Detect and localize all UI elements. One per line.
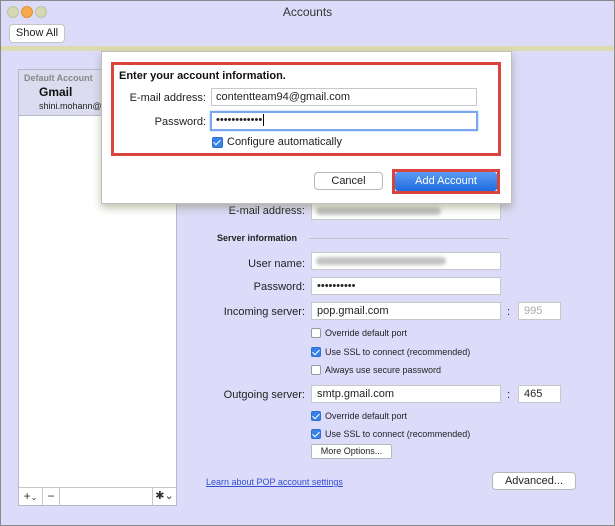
configure-automatically-label: Configure automatically — [227, 136, 342, 148]
advanced-button[interactable]: Advanced... — [492, 472, 576, 490]
blurred-username — [316, 257, 446, 265]
plus-icon: + — [23, 489, 31, 503]
configure-automatically-checkbox[interactable] — [212, 137, 223, 148]
add-account-button[interactable]: +⌄ — [19, 488, 43, 505]
port-separator: : — [507, 306, 511, 318]
outgoing-server-label: Outgoing server: — [223, 389, 305, 401]
outgoing-server-field[interactable]: smtp.gmail.com — [311, 385, 501, 403]
username-label: User name: — [248, 258, 305, 270]
password-label: Password: — [253, 281, 305, 293]
remove-account-button[interactable]: − — [43, 488, 60, 505]
username-field[interactable] — [311, 252, 501, 270]
gear-menu-button[interactable]: ✱⌄ — [152, 488, 176, 505]
email-label: E-mail address: — [228, 205, 305, 217]
chevron-down-icon: ⌄ — [30, 493, 38, 502]
incoming-server-field[interactable]: pop.gmail.com — [311, 302, 501, 320]
sheet-title: Enter your account information. — [119, 70, 286, 82]
password-field[interactable]: •••••••••• — [311, 277, 501, 295]
blurred-email — [316, 207, 441, 215]
add-account-button[interactable]: Add Account — [395, 172, 497, 191]
accounts-window: Accounts Show All Default Account Gmail … — [0, 0, 615, 526]
incoming-override-label: Override default port — [325, 328, 408, 338]
cancel-button[interactable]: Cancel — [314, 172, 383, 190]
outgoing-port-field[interactable]: 465 — [518, 385, 561, 403]
sheet-password-value: •••••••••••• — [216, 114, 263, 126]
account-email: shini.mohann@g — [39, 101, 107, 111]
incoming-ssl-label: Use SSL to connect (recommended) — [325, 347, 471, 357]
secure-password-label: Always use secure password — [325, 365, 442, 375]
incoming-port-field[interactable]: 995 — [518, 302, 561, 320]
sidebar-footer: +⌄ − ✱⌄ — [19, 487, 176, 505]
sheet-email-field[interactable]: contentteam94@gmail.com — [211, 88, 477, 106]
minus-icon: − — [47, 489, 55, 503]
server-info-heading: Server information — [217, 233, 298, 243]
gear-icon: ✱⌄ — [155, 490, 174, 502]
secure-password-checkbox[interactable] — [311, 365, 321, 375]
text-cursor — [263, 114, 265, 127]
outgoing-override-label: Override default port — [325, 411, 408, 421]
sheet-password-label: Password: — [154, 116, 206, 128]
section-divider — [309, 238, 509, 239]
incoming-ssl-checkbox[interactable] — [311, 347, 321, 357]
sheet-email-label: E-mail address: — [129, 92, 206, 104]
window-title: Accounts — [282, 5, 333, 19]
incoming-server-label: Incoming server: — [223, 306, 305, 318]
sheet-password-field[interactable]: •••••••••••• — [210, 111, 478, 131]
port-separator: : — [507, 389, 511, 401]
outgoing-ssl-checkbox[interactable] — [311, 429, 321, 439]
outgoing-override-checkbox[interactable] — [311, 411, 321, 421]
learn-pop-settings-link[interactable]: Learn about POP account settings — [206, 477, 343, 487]
default-account-label: Default Account — [24, 73, 93, 83]
title-bar: Accounts Show All — [1, 1, 614, 47]
incoming-override-checkbox[interactable] — [311, 328, 321, 338]
account-name: Gmail — [39, 85, 73, 99]
add-account-sheet: Enter your account information. E-mail a… — [101, 51, 512, 204]
email-field[interactable] — [311, 202, 501, 220]
outgoing-ssl-label: Use SSL to connect (recommended) — [325, 429, 471, 439]
more-options-button[interactable]: More Options... — [311, 444, 392, 459]
show-all-button[interactable]: Show All — [9, 24, 65, 43]
